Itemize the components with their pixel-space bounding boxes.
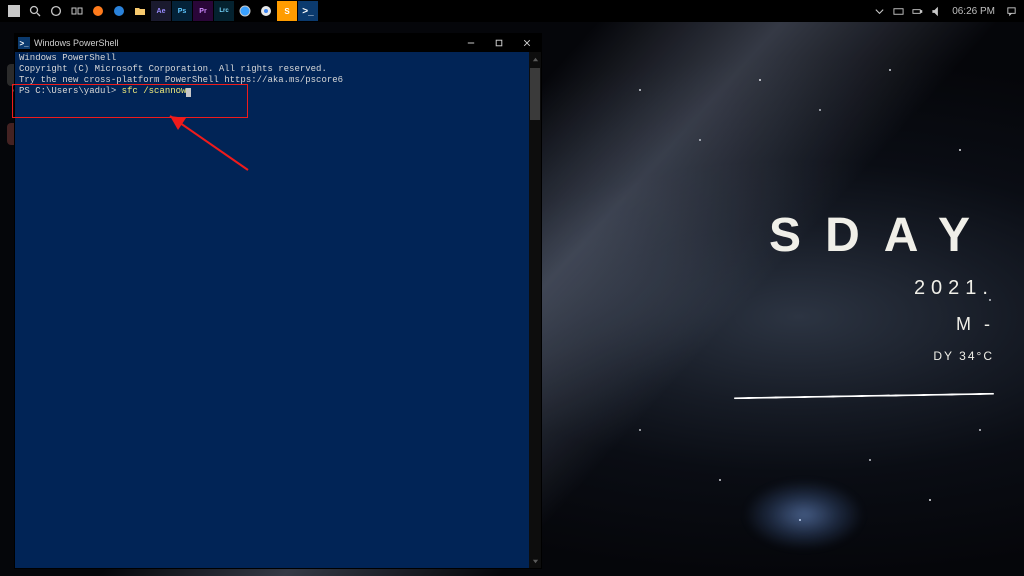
sound-icon[interactable] — [927, 2, 945, 20]
window-controls — [457, 34, 541, 52]
desktop-clock-widget: SDAY 2021. M - DY 34°C — [734, 208, 994, 397]
widget-weather: DY 34°C — [933, 349, 994, 363]
powershell-window: >_ Windows PowerShell Windows PowerShell… — [14, 33, 542, 569]
premiere-app[interactable]: Pr — [193, 1, 213, 21]
nebula-glow — [744, 480, 864, 550]
close-button[interactable] — [513, 34, 541, 52]
ps-line: Copyright (C) Microsoft Corporation. All… — [19, 64, 539, 75]
lightroom-app[interactable]: Lrc — [214, 1, 234, 21]
scroll-down-arrow[interactable] — [529, 554, 541, 568]
ps-prompt-prefix: PS C:\Users\yadul> — [19, 86, 122, 96]
cortana-button[interactable] — [46, 1, 66, 21]
task-view-button[interactable] — [67, 1, 87, 21]
powershell-app[interactable]: >_ — [298, 1, 318, 21]
settings-app[interactable] — [235, 1, 255, 21]
taskbar-left: Ae Ps Pr Lrc S >_ — [4, 1, 318, 21]
powershell-titlebar[interactable]: >_ Windows PowerShell — [15, 34, 541, 52]
edge-app[interactable] — [109, 1, 129, 21]
scroll-up-arrow[interactable] — [529, 52, 541, 66]
scroll-thumb[interactable] — [530, 68, 540, 120]
ps-line: Try the new cross-platform PowerShell ht… — [19, 75, 539, 86]
taskbar-clock[interactable]: 06:26 PM — [946, 6, 1001, 17]
ps-line: Windows PowerShell — [19, 53, 539, 64]
file-explorer-app[interactable] — [130, 1, 150, 21]
show-hidden-icons[interactable] — [870, 2, 888, 20]
taskbar: Ae Ps Pr Lrc S >_ 06:26 PM — [0, 0, 1024, 22]
widget-time: M - — [956, 314, 994, 335]
powershell-body[interactable]: Windows PowerShell Copyright (C) Microso… — [15, 52, 541, 568]
ps-command: sfc /scannow — [122, 86, 187, 96]
widget-date: 2021. — [914, 277, 994, 300]
widget-day: SDAY — [769, 208, 994, 263]
taskbar-right: 06:26 PM — [870, 2, 1020, 20]
window-title: Windows PowerShell — [34, 38, 119, 48]
battery-icon[interactable] — [908, 2, 926, 20]
firefox-app[interactable] — [88, 1, 108, 21]
text-cursor — [186, 88, 191, 97]
notifications-icon[interactable] — [1002, 2, 1020, 20]
maximize-button[interactable] — [485, 34, 513, 52]
widget-underline — [734, 393, 994, 400]
minimize-button[interactable] — [457, 34, 485, 52]
ps-prompt-line: PS C:\Users\yadul> sfc /scannow — [19, 86, 539, 97]
snagit-app[interactable]: S — [277, 1, 297, 21]
start-button[interactable] — [4, 1, 24, 21]
network-icon[interactable] — [889, 2, 907, 20]
scrollbar[interactable] — [529, 52, 541, 568]
powershell-icon: >_ — [18, 37, 30, 49]
search-button[interactable] — [25, 1, 45, 21]
after-effects-app[interactable]: Ae — [151, 1, 171, 21]
chrome-app[interactable] — [256, 1, 276, 21]
photoshop-app[interactable]: Ps — [172, 1, 192, 21]
